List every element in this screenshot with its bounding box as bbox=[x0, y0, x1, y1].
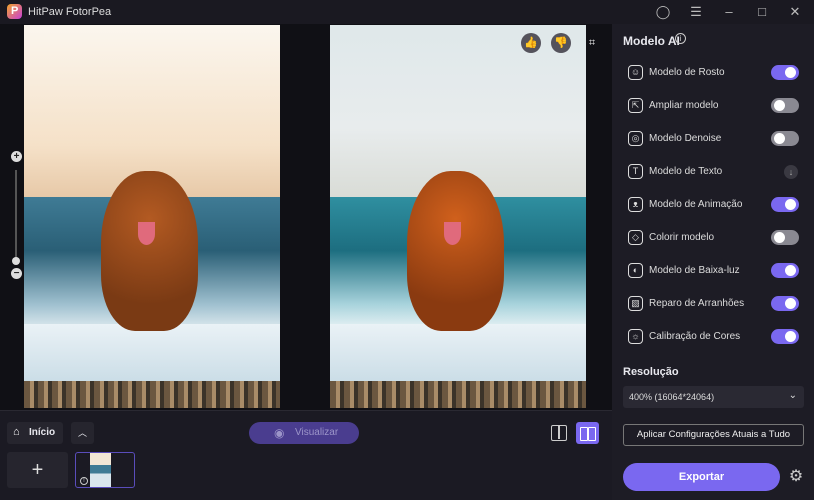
chevron-down-icon: ⌄ bbox=[788, 390, 797, 401]
face-icon: ☺ bbox=[628, 65, 643, 80]
expand-up-button[interactable]: ︿ bbox=[71, 422, 94, 444]
model-row: T Modelo de Texto ↓ bbox=[612, 155, 814, 188]
download-icon[interactable]: ↓ bbox=[784, 165, 798, 179]
model-label: Modelo de Animação bbox=[649, 199, 743, 210]
model-toggle[interactable] bbox=[771, 263, 799, 278]
model-toggle[interactable] bbox=[771, 98, 799, 113]
model-toggle[interactable] bbox=[771, 197, 799, 212]
model-row: ◎ Modelo Denoise bbox=[612, 122, 814, 155]
original-image bbox=[24, 25, 280, 408]
account-icon[interactable]: ◯ bbox=[654, 3, 672, 21]
model-row: ▧ Reparo de Arranhões bbox=[612, 287, 814, 320]
model-label: Ampliar modelo bbox=[649, 100, 719, 111]
app-logo bbox=[7, 4, 22, 19]
model-label: Modelo de Rosto bbox=[649, 67, 725, 78]
model-toggle[interactable] bbox=[771, 131, 799, 146]
eye-icon: ◉ bbox=[274, 426, 285, 440]
thumbs-up-icon[interactable]: 👍 bbox=[521, 33, 541, 53]
upscale-icon: ⇱ bbox=[628, 98, 643, 113]
side-by-side-view-button[interactable] bbox=[576, 422, 599, 444]
thumbs-down-icon[interactable]: 👎 bbox=[551, 33, 571, 53]
animation-icon: ᴥ bbox=[628, 197, 643, 212]
model-row: ☼ Calibração de Cores bbox=[612, 320, 814, 353]
minimize-icon[interactable]: – bbox=[720, 3, 738, 21]
info-icon[interactable]: i bbox=[675, 33, 686, 44]
text-icon: T bbox=[628, 164, 643, 179]
colorize-icon: ◇ bbox=[628, 230, 643, 245]
apply-to-all-button[interactable]: Aplicar Configurações Atuais a Tudo bbox=[623, 424, 804, 446]
close-icon[interactable]: ✕ bbox=[786, 3, 804, 21]
resolution-value: 400% (16064*24064) bbox=[629, 392, 715, 402]
app-title: HitPaw FotorPea bbox=[28, 6, 112, 18]
menu-icon[interactable]: ☰ bbox=[687, 3, 705, 21]
low-light-icon: ◐ bbox=[628, 263, 643, 278]
split-view-button[interactable] bbox=[551, 425, 567, 441]
model-row: ◐ Modelo de Baixa-luz bbox=[612, 254, 814, 287]
model-label: Reparo de Arranhões bbox=[649, 298, 745, 309]
model-row: ⇱ Ampliar modelo bbox=[612, 89, 814, 122]
preview-button[interactable]: Visualizar bbox=[249, 422, 359, 444]
enhanced-image bbox=[330, 25, 586, 408]
crop-icon[interactable]: ⌗ bbox=[582, 33, 602, 53]
resolution-label: Resolução bbox=[623, 366, 679, 378]
model-row: ᴥ Modelo de Animação bbox=[612, 188, 814, 221]
zoom-slider[interactable] bbox=[15, 170, 17, 260]
model-toggle[interactable] bbox=[771, 329, 799, 344]
add-image-button[interactable]: + bbox=[7, 452, 68, 488]
maximize-icon[interactable]: □ bbox=[753, 3, 771, 21]
home-icon: ⌂ bbox=[13, 426, 20, 438]
scratch-repair-icon: ▧ bbox=[628, 296, 643, 311]
zoom-in-button[interactable]: + bbox=[11, 151, 22, 162]
model-label: Modelo de Baixa-luz bbox=[649, 265, 740, 276]
export-button[interactable]: Exportar bbox=[623, 463, 780, 491]
gear-icon[interactable]: ⚙ bbox=[787, 468, 805, 486]
denoise-icon: ◎ bbox=[628, 131, 643, 146]
model-toggle[interactable] bbox=[771, 65, 799, 80]
zoom-slider-handle[interactable] bbox=[12, 257, 20, 265]
resolution-select[interactable]: 400% (16064*24064) ⌄ bbox=[623, 386, 804, 408]
model-label: Colorir modelo bbox=[649, 232, 715, 243]
model-row: ☺ Modelo de Rosto bbox=[612, 56, 814, 89]
model-label: Modelo Denoise bbox=[649, 133, 722, 144]
model-label: Modelo de Texto bbox=[649, 166, 723, 177]
model-toggle[interactable] bbox=[771, 296, 799, 311]
model-row: ◇ Colorir modelo bbox=[612, 221, 814, 254]
thumbnail-image bbox=[90, 453, 111, 487]
model-label: Calibração de Cores bbox=[649, 331, 741, 342]
panel-title: Modelo AI bbox=[623, 34, 680, 48]
info-icon[interactable]: ! bbox=[80, 477, 88, 485]
zoom-out-button[interactable]: − bbox=[11, 268, 22, 279]
model-toggle[interactable] bbox=[771, 230, 799, 245]
color-calibration-icon: ☼ bbox=[628, 329, 643, 344]
